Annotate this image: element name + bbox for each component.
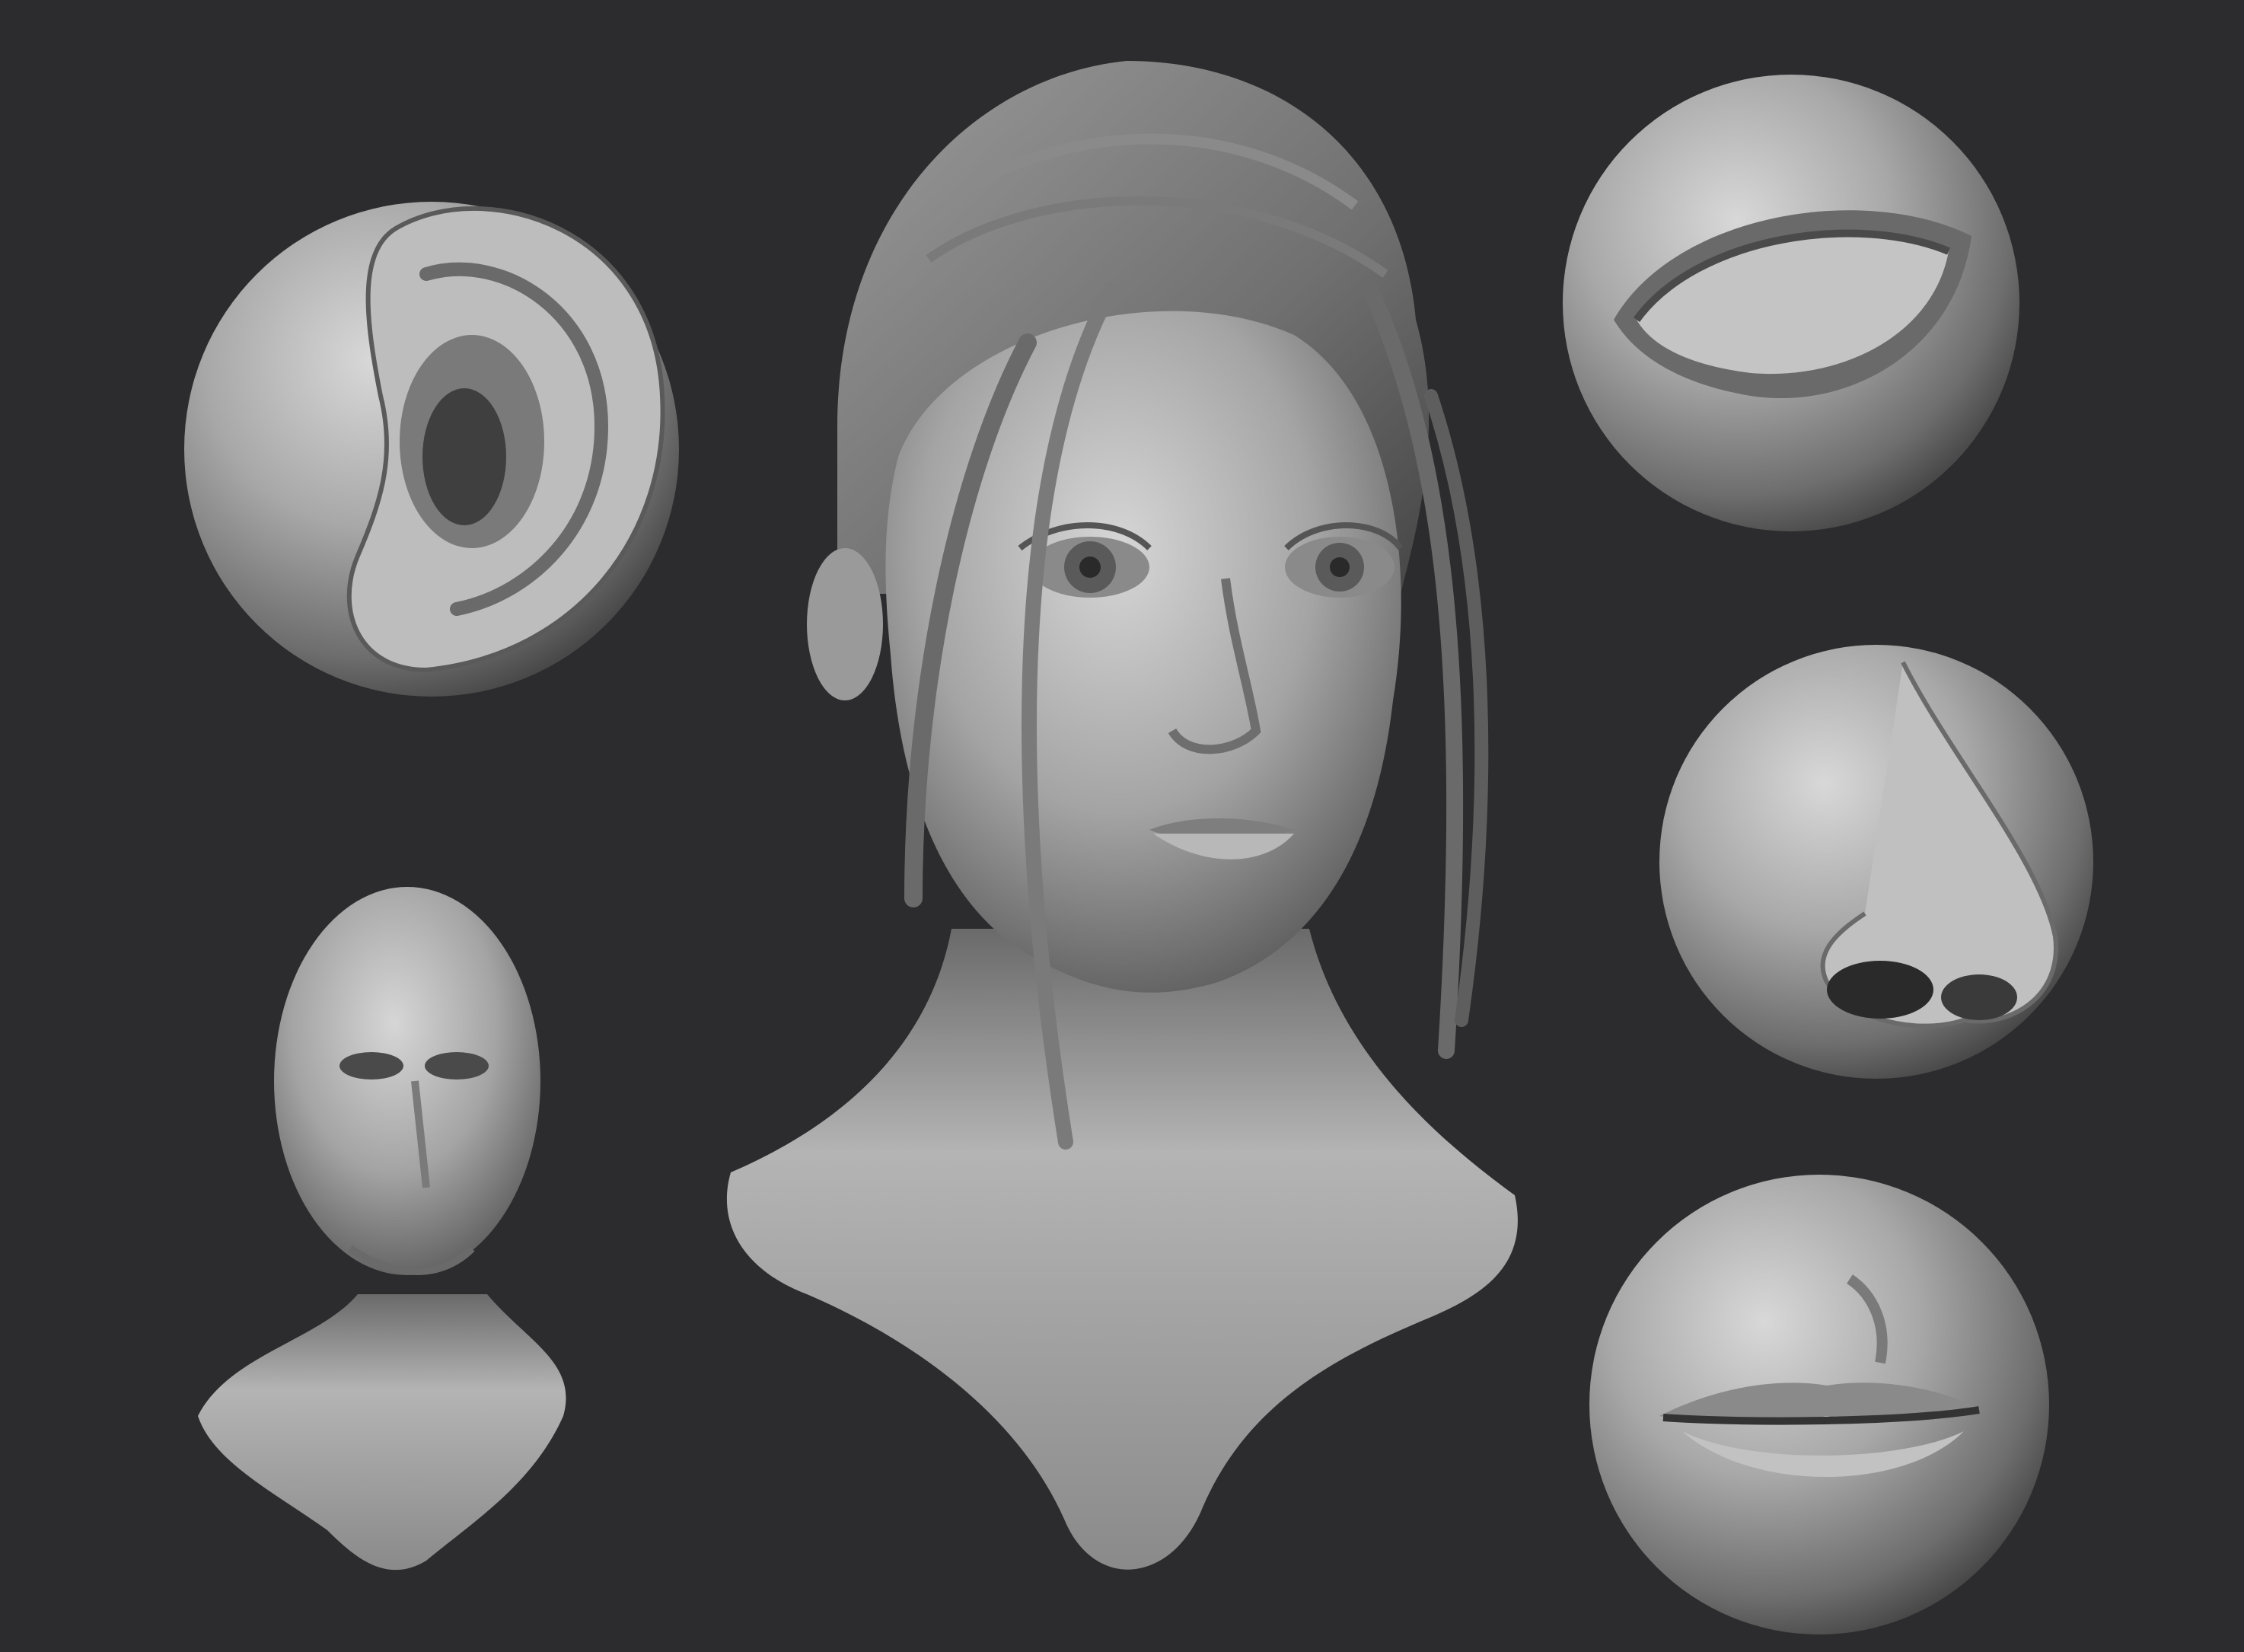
blockout-head	[198, 887, 566, 1571]
eye-sphere	[1563, 75, 2019, 531]
female-bust	[726, 61, 1518, 1570]
nose-sphere	[1659, 645, 2093, 1079]
ear-sphere	[184, 202, 679, 697]
sculpt-canvas	[184, 61, 2093, 1634]
mouth-sphere	[1589, 1175, 2049, 1634]
sculpt-showcase	[0, 0, 2244, 1652]
